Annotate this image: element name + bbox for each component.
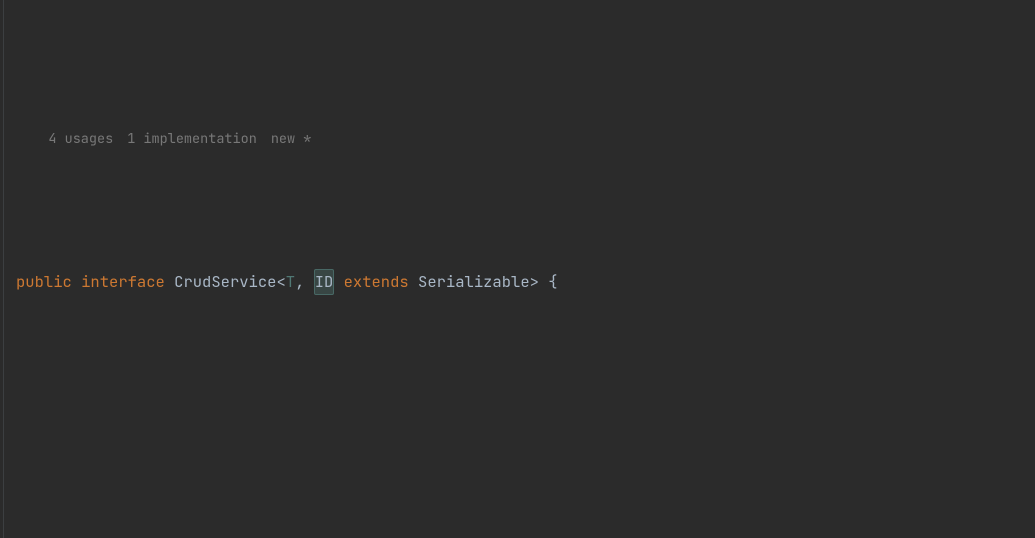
keyword-public: public — [16, 270, 72, 294]
vcs-new-marker[interactable]: new * — [271, 130, 312, 148]
implementation-link[interactable]: 1 implementation — [127, 130, 257, 148]
brace-open: { — [539, 270, 558, 294]
code-editor[interactable]: 4 usages 1 implementation new * public int… — [0, 0, 1035, 538]
keyword-interface: interface — [81, 270, 165, 294]
gutter-border — [3, 0, 4, 538]
blank-line — [16, 367, 1035, 392]
type-param-T: T — [286, 270, 295, 294]
angle-open: < — [276, 270, 285, 294]
usages-link[interactable]: 4 usages — [48, 130, 113, 148]
inlay-hints-interface: 4 usages 1 implementation new * — [16, 108, 1035, 171]
keyword-extends: extends — [344, 270, 409, 294]
angle-close: > — [530, 270, 539, 294]
code-line-interface-decl[interactable]: public interface CrudService<T, ID exten… — [16, 270, 1035, 295]
type-param-ID: ID — [314, 269, 335, 295]
comma: , — [295, 270, 314, 294]
type-crudservice: CrudService — [174, 270, 276, 294]
type-serializable: Serializable — [418, 270, 530, 294]
